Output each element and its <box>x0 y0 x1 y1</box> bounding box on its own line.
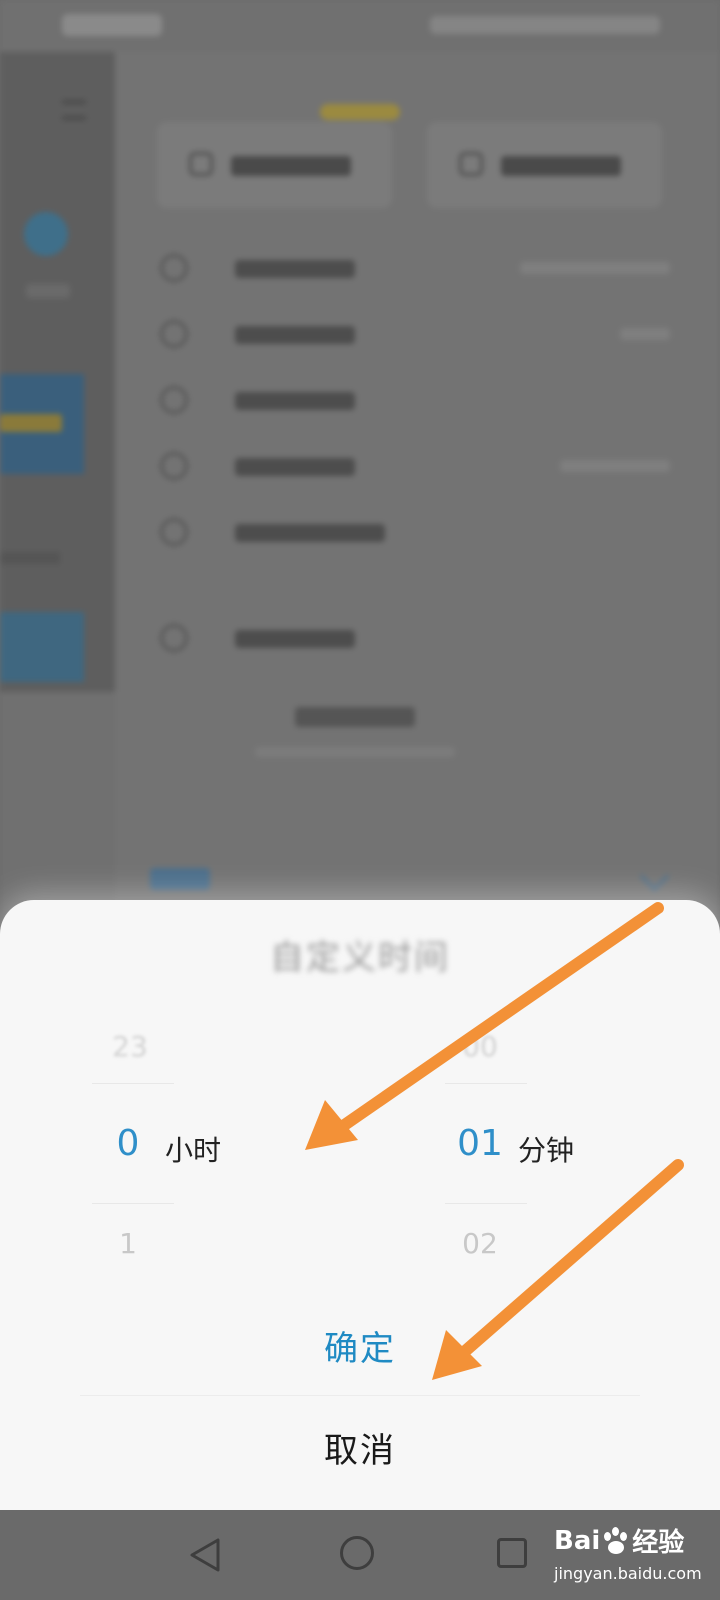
button-divider <box>80 1395 640 1396</box>
drawer-text <box>0 552 60 564</box>
section-title <box>295 707 415 727</box>
feature-button <box>157 122 392 208</box>
custom-time-dialog: 自定义时间 23 0 1 小时 00 01 02 分钟 确定 取消 <box>0 900 720 1510</box>
settings-row <box>160 248 670 288</box>
status-icons <box>430 16 660 34</box>
minute-unit-label: 分钟 <box>518 1134 575 1167</box>
confirm-button[interactable]: 确定 <box>80 1295 640 1395</box>
hour-unit-label: 小时 <box>165 1134 222 1167</box>
link-text <box>150 868 210 890</box>
settings-row <box>160 618 670 658</box>
settings-row <box>160 380 670 420</box>
minute-divider-top <box>445 1083 527 1084</box>
signal-icon <box>62 14 162 36</box>
dialog-title: 自定义时间 <box>270 938 450 978</box>
avatar <box>24 212 68 256</box>
hour-option-next[interactable]: 1 <box>88 1227 168 1260</box>
recent-apps-icon[interactable] <box>497 1538 527 1568</box>
watermark: Bai 经验 jingyan.baidu.com <box>550 1520 720 1595</box>
status-bar <box>0 0 720 52</box>
background-app <box>0 0 720 932</box>
drawer-card <box>0 374 84 474</box>
watermark-logo-text: Bai <box>554 1525 601 1556</box>
time-picker: 23 0 1 小时 00 01 02 分钟 <box>40 995 680 1295</box>
side-drawer <box>0 52 115 692</box>
hour-divider-top <box>92 1083 174 1084</box>
settings-row <box>160 446 670 486</box>
settings-row <box>160 512 670 552</box>
home-icon[interactable] <box>340 1536 374 1570</box>
hour-option-prev[interactable]: 23 <box>90 1030 170 1063</box>
new-badge <box>320 104 400 120</box>
watermark-logo: Bai 经验 <box>554 1522 684 1559</box>
section-subtitle <box>255 747 455 757</box>
minute-divider-bottom <box>445 1203 527 1204</box>
minute-option-next[interactable]: 02 <box>440 1227 520 1260</box>
minute-selected-value[interactable]: 01 <box>440 1123 520 1164</box>
menu-icon <box>62 100 86 120</box>
settings-panel <box>115 52 720 932</box>
paw-icon <box>601 1526 631 1555</box>
watermark-logo-suffix: 经验 <box>632 1528 685 1558</box>
chevron-down-icon <box>639 861 670 892</box>
minute-option-prev[interactable]: 00 <box>440 1030 520 1063</box>
hour-divider-bottom <box>92 1203 174 1204</box>
back-icon[interactable] <box>188 1537 224 1573</box>
watermark-url: jingyan.baidu.com <box>554 1564 702 1583</box>
feature-button <box>427 122 662 208</box>
settings-row <box>160 314 670 354</box>
hour-selected-value[interactable]: 0 <box>88 1123 168 1164</box>
drawer-card <box>0 612 84 682</box>
drawer-label <box>26 284 70 298</box>
cancel-button[interactable]: 取消 <box>80 1397 640 1497</box>
